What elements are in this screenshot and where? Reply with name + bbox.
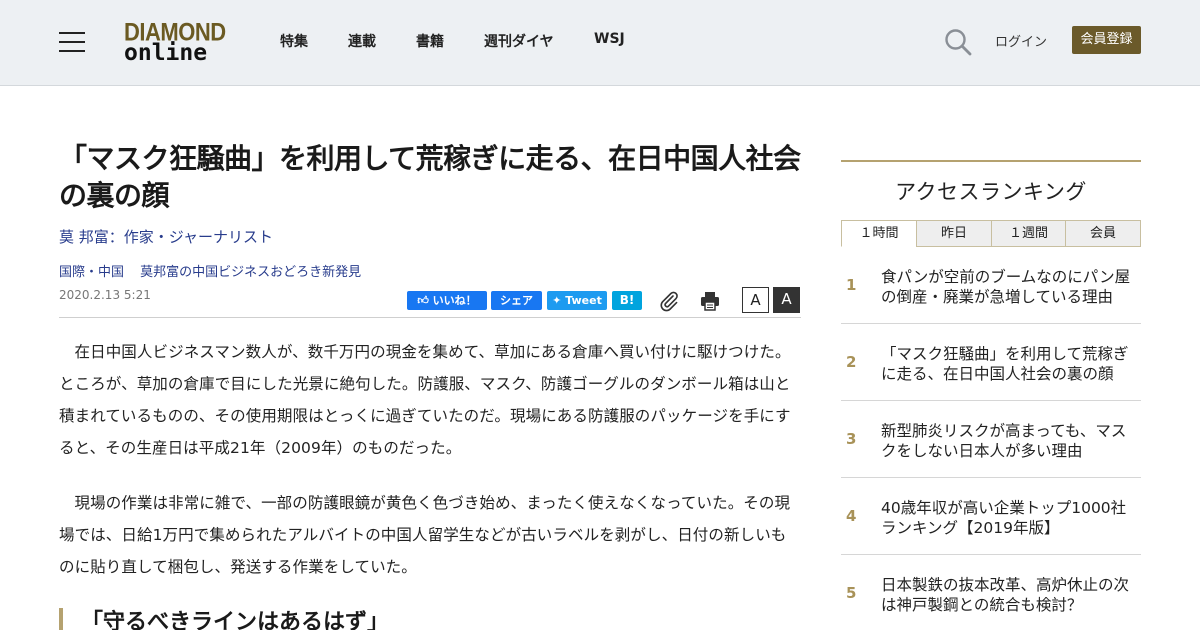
article: 「マスク狂騒曲」を利用して荒稼ぎに走る、在日中国人社会の裏の顔 莫 邦富：作家・… xyxy=(59,140,801,630)
ranking-item[interactable]: 2 「マスク狂騒曲」を利用して荒稼ぎに走る、在日中国人社会の裏の顔 xyxy=(841,324,1141,401)
nav-weekly-diamond[interactable]: 週刊ダイヤ xyxy=(484,31,554,51)
article-meta: 2020.2.13 5:21 👍︎ いいね！ シェア ✦ Tweet B! A … xyxy=(59,286,801,318)
section-heading: 「守るべきラインはあるはず」 xyxy=(59,608,801,630)
tab-1-hour[interactable]: １時間 xyxy=(841,220,917,247)
ranking-title: アクセスランキング xyxy=(895,180,1087,204)
print-icon[interactable] xyxy=(699,290,721,312)
rank-number: 5 xyxy=(846,584,857,602)
site-header: DIAMOND online 特集 連載 書籍 週刊ダイヤ WSJ ログイン 会… xyxy=(0,0,1200,86)
rank-number: 2 xyxy=(846,353,857,371)
category-links: 国際・中国 莫邦富の中国ビジネスおどろき新発見 xyxy=(59,261,801,280)
tweet-label: Tweet xyxy=(565,294,602,307)
article-title: 「マスク狂騒曲」を利用して荒稼ぎに走る、在日中国人社会の裏の顔 xyxy=(59,142,801,212)
article-body: 在日中国人ビジネスマン数人が、数千万円の現金を集めて、草加にある倉庫へ買い付けに… xyxy=(59,336,801,630)
like-label: いいね！ xyxy=(432,294,477,307)
nav-rensai[interactable]: 連載 xyxy=(348,31,376,51)
ranking-item[interactable]: 3 新型肺炎リスクが高まっても、マスクをしない日本人が多い理由 xyxy=(841,401,1141,478)
rank-number: 4 xyxy=(846,507,857,525)
nav-tokushu[interactable]: 特集 xyxy=(280,31,308,51)
register-button[interactable]: 会員登録 xyxy=(1072,26,1141,54)
ranking-divider xyxy=(841,160,1141,162)
search-icon[interactable] xyxy=(944,28,972,56)
author-link[interactable]: 莫 邦富：作家・ジャーナリスト xyxy=(59,226,801,247)
nav-shoseki[interactable]: 書籍 xyxy=(416,31,444,51)
facebook-share-button[interactable]: シェア xyxy=(491,291,542,310)
tab-1-week[interactable]: １週間 xyxy=(991,220,1066,247)
ranking-tabs: １時間 昨日 １週間 会員 xyxy=(841,220,1141,247)
facebook-like-button[interactable]: 👍︎ いいね！ xyxy=(407,291,487,310)
login-link[interactable]: ログイン xyxy=(995,31,1047,50)
rank-title: 日本製鉄の抜本改革、高炉休止の次は神戸製鋼との統合も検討？ xyxy=(881,576,1130,614)
rank-title: 新型肺炎リスクが高まっても、マスクをしない日本人が多い理由 xyxy=(881,422,1127,460)
paperclip-icon[interactable] xyxy=(658,290,680,312)
font-size-small-button[interactable]: A xyxy=(742,287,769,313)
ranking-item[interactable]: 4 40歳年収が高い企業トップ1000社ランキング【2019年版】 xyxy=(841,478,1141,555)
tab-yesterday[interactable]: 昨日 xyxy=(916,220,992,247)
nav-wsj[interactable]: WSJ xyxy=(594,31,625,47)
site-logo[interactable]: DIAMOND online xyxy=(124,19,228,66)
rank-number: 1 xyxy=(846,276,857,294)
rank-number: 3 xyxy=(846,430,857,448)
hatena-bookmark-button[interactable]: B! xyxy=(612,291,642,310)
logo-online: online xyxy=(124,40,208,66)
access-ranking: アクセスランキング １時間 昨日 １週間 会員 1 食パンが空前のブームなのにパ… xyxy=(841,160,1141,630)
paragraph-2: 現場の作業は非常に雑で、一部の防護眼鏡が黄色く色づき始め、まったく使えなくなって… xyxy=(59,494,791,576)
twitter-bird-icon: ✦ xyxy=(552,294,562,307)
ranking-item[interactable]: 5 日本製鉄の抜本改革、高炉休止の次は神戸製鋼との統合も検討？ xyxy=(841,555,1141,630)
category-link-series[interactable]: 莫邦富の中国ビジネスおどろき新発見 xyxy=(140,265,361,280)
tweet-button[interactable]: ✦ Tweet xyxy=(547,291,607,310)
rank-title: 40歳年収が高い企業トップ1000社ランキング【2019年版】 xyxy=(881,499,1127,537)
thumbs-up-icon: 👍︎ xyxy=(417,294,429,307)
font-size-large-button[interactable]: A xyxy=(773,287,800,313)
category-link-china[interactable]: 国際・中国 xyxy=(59,265,124,280)
tab-members[interactable]: 会員 xyxy=(1065,220,1141,247)
hamburger-menu-icon[interactable] xyxy=(59,32,85,52)
publish-date: 2020.2.13 5:21 xyxy=(59,288,151,302)
paragraph-1: 在日中国人ビジネスマン数人が、数千万円の現金を集めて、草加にある倉庫へ買い付けに… xyxy=(59,343,791,457)
ranking-item[interactable]: 1 食パンが空前のブームなのにパン屋の倒産・廃業が急増している理由 xyxy=(841,247,1141,324)
rank-title: 食パンが空前のブームなのにパン屋の倒産・廃業が急増している理由 xyxy=(881,268,1131,306)
rank-title: 「マスク狂騒曲」を利用して荒稼ぎに走る、在日中国人社会の裏の顔 xyxy=(881,345,1129,383)
